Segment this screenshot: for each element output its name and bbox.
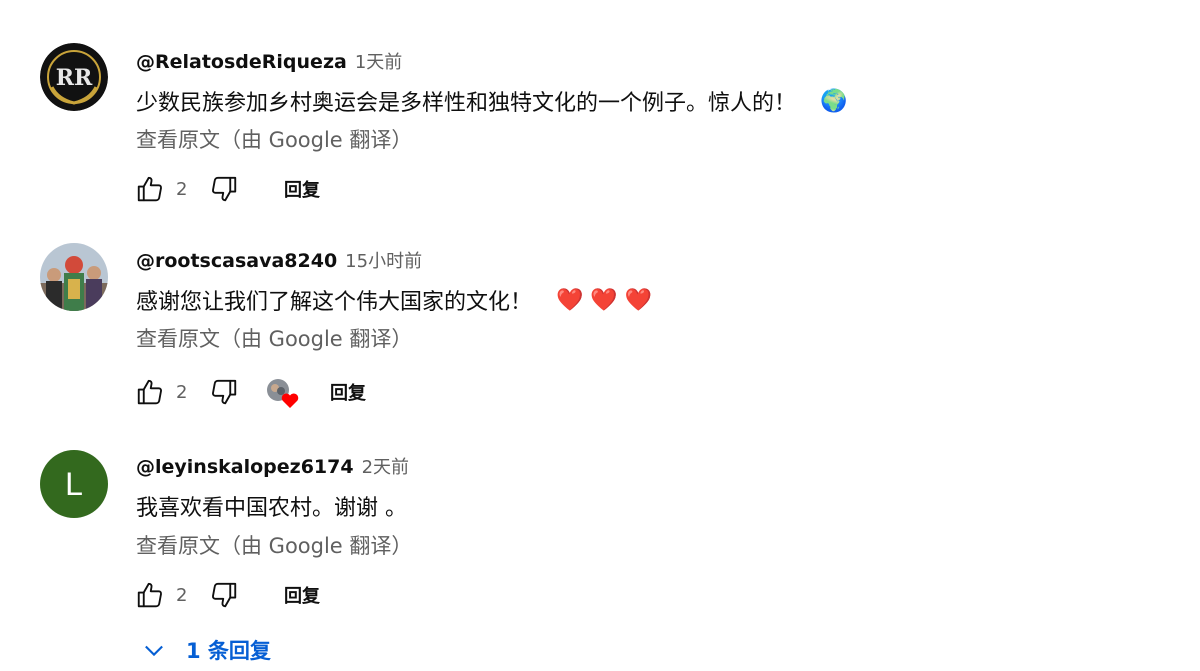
dislike-button[interactable] <box>206 374 242 410</box>
reply-button[interactable]: 回复 <box>330 379 366 405</box>
comment-actions: 2 回复 <box>132 171 320 207</box>
comment-time[interactable]: 15小时前 <box>345 247 422 273</box>
comment-text: 感谢您让我们了解这个伟大国家的文化！ ❤️ ❤️ ❤️ <box>136 287 653 316</box>
comment-header: @leyinskalopez6174 2天前 <box>136 453 409 479</box>
see-original-link[interactable]: 查看原文（由 Google 翻译） <box>136 323 412 353</box>
like-button[interactable] <box>132 171 168 207</box>
globe-emoji: 🌍 <box>820 88 848 114</box>
view-replies-button[interactable]: 1 条回复 <box>140 632 271 668</box>
replies-count-label: 1 条回复 <box>186 639 271 663</box>
like-count: 2 <box>176 584 188 606</box>
like-count: 2 <box>176 178 188 200</box>
comment-header: @rootscasava8240 15小时前 <box>136 247 422 273</box>
avatar[interactable] <box>40 243 108 311</box>
like-button[interactable] <box>132 374 168 410</box>
svg-text:RR: RR <box>56 65 93 91</box>
comment-actions: 2 回复 <box>132 577 320 613</box>
comment-time[interactable]: 2天前 <box>362 453 409 479</box>
comment-header: @RelatosdeRiqueza 1天前 <box>136 48 402 74</box>
comment-text: 我喜欢看中国农村。谢谢 。 <box>136 496 407 521</box>
author-name[interactable]: @leyinskalopez6174 <box>136 456 354 478</box>
comment-time[interactable]: 1天前 <box>355 48 402 74</box>
thumbs-up-icon <box>137 379 162 405</box>
like-button[interactable] <box>132 577 168 613</box>
thumbs-up-icon <box>137 176 162 202</box>
heart-icon <box>281 393 299 408</box>
like-count: 2 <box>176 381 188 403</box>
thumbs-down-icon <box>212 176 237 202</box>
avatar[interactable]: L <box>40 450 108 518</box>
dislike-button[interactable] <box>206 577 242 613</box>
thumbs-down-icon <box>212 379 237 405</box>
creator-heart-badge <box>266 378 299 408</box>
comment-actions: 2 回复 <box>132 374 366 410</box>
comment-text: 少数民族参加乡村奥运会是多样性和独特文化的一个例子。惊人的！ 🌍 <box>136 88 848 117</box>
heart-emojis: ❤️ ❤️ ❤️ <box>556 287 653 313</box>
see-original-link[interactable]: 查看原文（由 Google 翻译） <box>136 124 412 154</box>
dislike-button[interactable] <box>206 171 242 207</box>
author-name[interactable]: @rootscasava8240 <box>136 250 337 272</box>
avatar[interactable]: RR <box>40 43 108 111</box>
reply-button[interactable]: 回复 <box>284 176 320 202</box>
author-name[interactable]: @RelatosdeRiqueza <box>136 51 347 73</box>
see-original-link[interactable]: 查看原文（由 Google 翻译） <box>136 530 412 560</box>
thumbs-down-icon <box>212 582 237 608</box>
reply-button[interactable]: 回复 <box>284 582 320 608</box>
chevron-down-icon <box>140 636 168 664</box>
thumbs-up-icon <box>137 582 162 608</box>
